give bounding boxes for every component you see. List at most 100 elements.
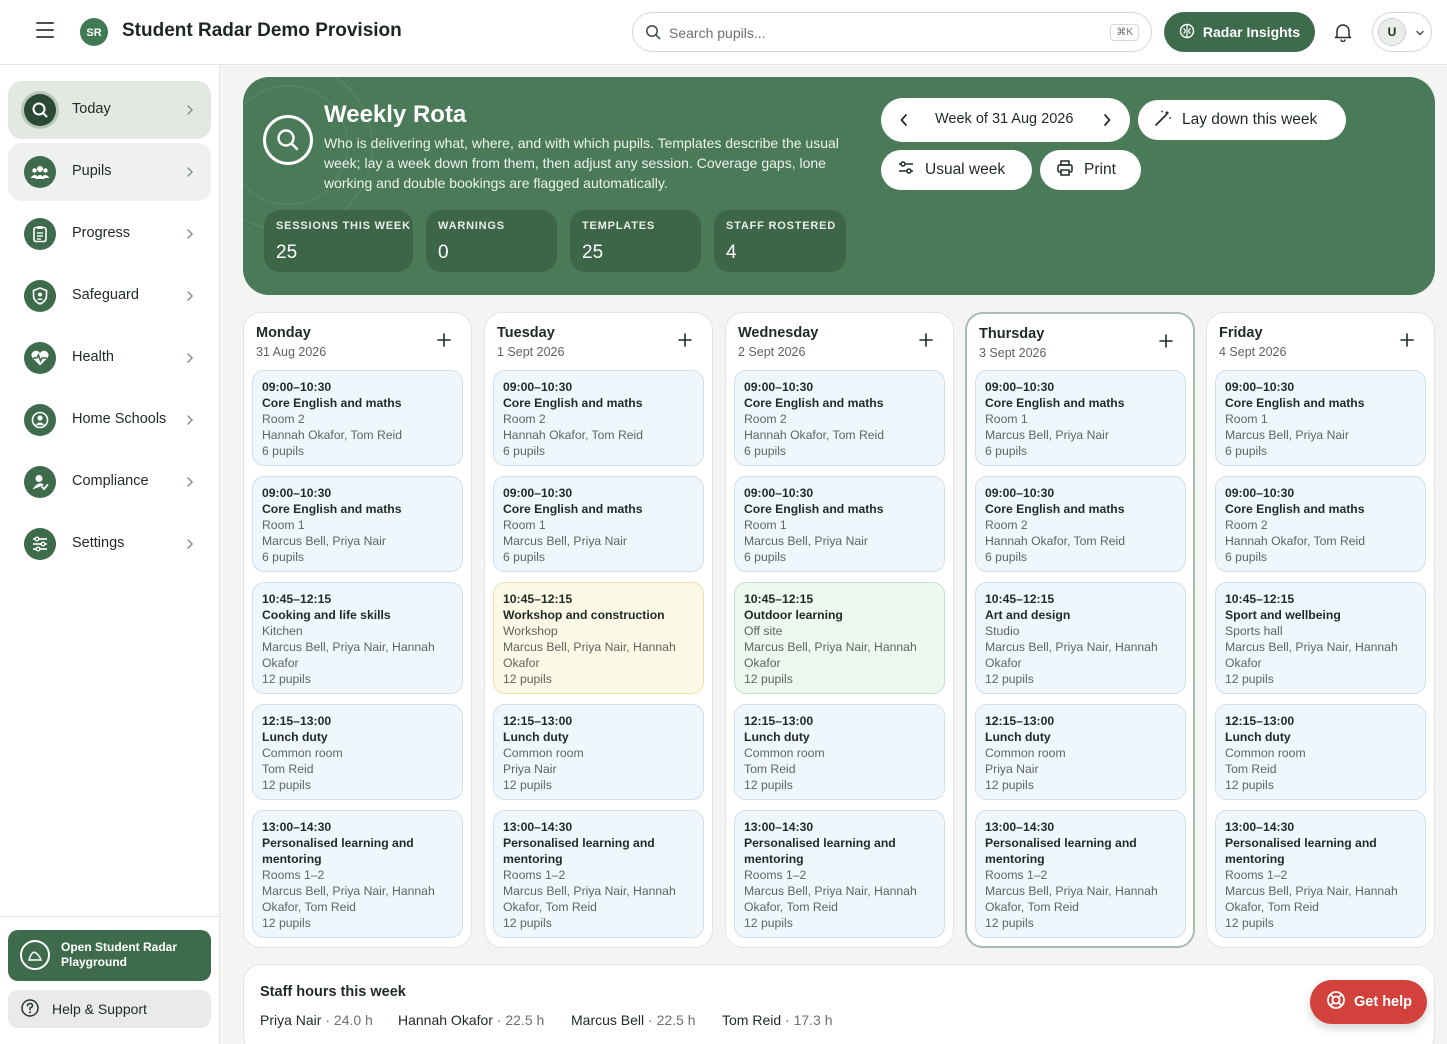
staff-hours-entry: Priya Nair · 24.0 h [260, 1012, 373, 1028]
print-button[interactable]: Print [1040, 150, 1141, 190]
chevron-left-icon[interactable] [899, 113, 909, 132]
sidebar-item-health[interactable]: Health [8, 329, 211, 387]
session-card[interactable]: 09:00–10:30 Core English and maths Room 2 H… [734, 370, 945, 466]
session-title: Lunch duty [744, 730, 810, 744]
session-staff: Hannah Okafor, Tom Reid [985, 534, 1126, 548]
session-card[interactable]: 13:00–14:30 Personalised learning and men… [493, 810, 704, 938]
bell-icon[interactable] [1334, 22, 1352, 47]
menu-icon[interactable] [36, 22, 54, 42]
session-card[interactable]: 09:00–10:30 Core English and maths Room 2 H… [252, 370, 463, 466]
plus-icon[interactable] [1159, 334, 1173, 353]
sidebar-item-home-schools[interactable]: Home Schools [8, 391, 211, 449]
session-card[interactable]: 10:45–12:15 Outdoor learning Off site Marcu… [734, 582, 945, 694]
session-title: Lunch duty [985, 730, 1051, 744]
open-playground-button[interactable]: Open Student Radar Playground [8, 930, 211, 981]
session-title: Cooking and life skills [262, 608, 391, 622]
session-room: Room 1 [1225, 412, 1268, 426]
radar-insights-button[interactable]: Radar Insights [1164, 12, 1315, 52]
session-card[interactable]: 13:00–14:30 Personalised learning and men… [975, 810, 1186, 938]
session-staff: Tom Reid [1225, 762, 1277, 776]
sidebar-item-safeguard[interactable]: Safeguard [8, 267, 211, 325]
session-time: 12:15–13:00 [262, 714, 332, 728]
session-card[interactable]: 10:45–12:15 Sport and wellbeing Sports hal… [1215, 582, 1426, 694]
session-card[interactable]: 09:00–10:30 Core English and maths Room 1 M… [734, 476, 945, 572]
session-card[interactable]: 13:00–14:30 Personalised learning and men… [1215, 810, 1426, 938]
staff-hours-title: Staff hours this week [260, 984, 406, 1000]
session-title: Personalised learning and mentoring [985, 836, 1137, 866]
session-pupils: 6 pupils [1225, 444, 1268, 458]
session-time: 13:00–14:30 [985, 820, 1055, 834]
session-title: Workshop and construction [503, 608, 665, 622]
session-card[interactable]: 12:15–13:00 Lunch duty Common room Tom Reid… [734, 704, 945, 800]
plus-icon[interactable] [1400, 333, 1414, 352]
session-card[interactable]: 13:00–14:30 Personalised learning and men… [252, 810, 463, 938]
session-pupils: 12 pupils [985, 672, 1034, 686]
stat-label: SESSIONS THIS WEEK [276, 220, 411, 232]
session-card[interactable]: 09:00–10:30 Core English and maths Room 1 M… [252, 476, 463, 572]
staff-name: Tom Reid [722, 1012, 782, 1028]
staff-hours-value: · 22.5 h [648, 1012, 696, 1028]
session-time: 13:00–14:30 [1225, 820, 1295, 834]
get-help-button[interactable]: Get help [1310, 980, 1427, 1024]
session-title: Core English and maths [1225, 502, 1365, 516]
session-card[interactable]: 09:00–10:30 Core English and maths Room 1 M… [975, 370, 1186, 466]
chevron-right-icon[interactable] [1102, 113, 1112, 132]
session-pupils: 12 pupils [262, 778, 311, 792]
plus-icon[interactable] [919, 333, 933, 352]
usual-week-button[interactable]: Usual week [881, 150, 1032, 190]
help-support-button[interactable]: Help & Support [8, 990, 211, 1028]
session-staff: Hannah Okafor, Tom Reid [1225, 534, 1366, 548]
session-card[interactable]: 09:00–10:30 Core English and maths Room 1 M… [1215, 370, 1426, 466]
day-name: Thursday [979, 326, 1045, 342]
staff-hours-panel: Staff hours this week Priya Nair · 24.0 … [243, 964, 1435, 1044]
stat-staff-rostered: STAFF ROSTERED 4 [714, 210, 846, 272]
search-box[interactable]: ⌘K [632, 12, 1152, 52]
sidebar-item-settings[interactable]: Settings [8, 515, 211, 573]
session-title: Art and design [985, 608, 1071, 622]
session-pupils: 12 pupils [262, 916, 311, 930]
search-icon [24, 94, 56, 126]
session-staff: Marcus Bell, Priya Nair, Hannah Okafor, … [744, 884, 917, 914]
session-card[interactable]: 12:15–13:00 Lunch duty Common room Priya Na… [493, 704, 704, 800]
plus-icon[interactable] [678, 333, 692, 352]
session-card[interactable]: 10:45–12:15 Art and design Studio Marcus Be… [975, 582, 1186, 694]
session-pupils: 12 pupils [744, 778, 793, 792]
plus-icon[interactable] [437, 333, 451, 352]
session-room: Common room [744, 746, 825, 760]
staff-name: Hannah Okafor [398, 1012, 493, 1028]
day-column-monday: Monday 31 Aug 2026 09:00–10:30 Core Engli… [243, 312, 472, 948]
session-time: 13:00–14:30 [503, 820, 573, 834]
sidebar-item-progress[interactable]: Progress [8, 205, 211, 263]
session-card[interactable]: 12:15–13:00 Lunch duty Common room Tom Reid… [1215, 704, 1426, 800]
session-card[interactable]: 12:15–13:00 Lunch duty Common room Priya Na… [975, 704, 1186, 800]
session-card[interactable]: 12:15–13:00 Lunch duty Common room Tom Reid… [252, 704, 463, 800]
stat-sessions: SESSIONS THIS WEEK 25 [264, 210, 413, 272]
session-time: 10:45–12:15 [985, 592, 1055, 606]
session-card[interactable]: 13:00–14:30 Personalised learning and men… [734, 810, 945, 938]
search-input[interactable] [669, 22, 1089, 44]
session-card[interactable]: 10:45–12:15 Workshop and construction Work… [493, 582, 704, 694]
sidebar: Today Pupils Progress Safeguard Health H… [0, 65, 220, 1044]
week-navigator: Week of 31 Aug 2026 [881, 98, 1130, 142]
session-room: Common room [503, 746, 584, 760]
session-card[interactable]: 09:00–10:30 Core English and maths Room 1 M… [493, 476, 704, 572]
session-room: Room 1 [262, 518, 305, 532]
sidebar-item-today[interactable]: Today [8, 81, 211, 139]
sidebar-item-pupils[interactable]: Pupils [8, 143, 211, 201]
session-card[interactable]: 09:00–10:30 Core English and maths Room 2 H… [1215, 476, 1426, 572]
svg-text:SR: SR [86, 27, 101, 39]
session-card[interactable]: 10:45–12:15 Cooking and life skills Kitche… [252, 582, 463, 694]
user-menu[interactable]: U [1372, 12, 1432, 52]
user-check-icon [24, 466, 56, 498]
sidebar-item-compliance[interactable]: Compliance [8, 453, 211, 511]
brain-icon [1179, 23, 1195, 42]
page-description: Who is delivering what, where, and with … [324, 135, 839, 191]
lay-down-week-button[interactable]: Lay down this week [1138, 100, 1346, 140]
session-staff: Marcus Bell, Priya Nair, Hannah Okafor [262, 640, 435, 670]
sidebar-item-label: Home Schools [72, 411, 167, 427]
session-title: Core English and maths [744, 396, 884, 410]
app-title: Student Radar Demo Provision [122, 20, 402, 41]
session-card[interactable]: 09:00–10:30 Core English and maths Room 2 H… [493, 370, 704, 466]
session-card[interactable]: 09:00–10:30 Core English and maths Room 2 H… [975, 476, 1186, 572]
session-room: Common room [985, 746, 1066, 760]
